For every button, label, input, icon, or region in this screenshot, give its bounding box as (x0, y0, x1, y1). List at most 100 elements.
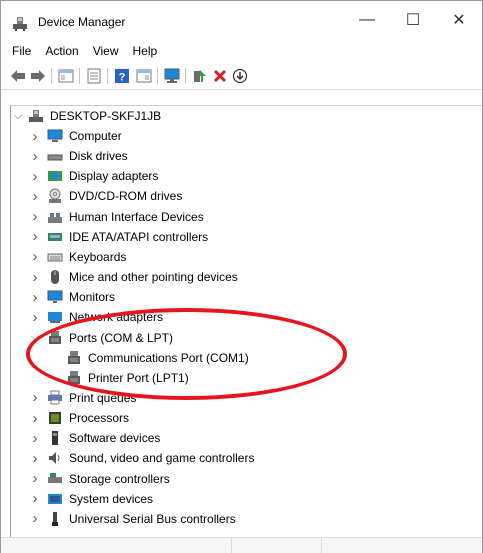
tree-category-label: Ports (COM & LPT) (69, 330, 174, 345)
expand-chevron-icon[interactable]: › (30, 287, 40, 307)
dvd-drive-icon (49, 188, 61, 204)
tree-device[interactable]: Printer Port (LPT1) (66, 368, 189, 388)
expand-chevron-icon[interactable]: › (30, 469, 40, 489)
enable-device-button[interactable] (231, 67, 249, 85)
tree-category[interactable]: Software devices (47, 428, 160, 448)
menu-help[interactable]: Help (126, 41, 165, 61)
expand-chevron-icon[interactable]: › (30, 126, 40, 146)
computer-root-icon (29, 110, 43, 122)
port-icon (68, 370, 80, 384)
console-tree-icon (58, 69, 74, 83)
menu-action[interactable]: Action (38, 41, 85, 61)
window-title: Device Manager (38, 15, 126, 29)
uninstall-device-button[interactable] (211, 67, 229, 85)
device-tree: ⌵ DESKTOP-SKFJ1JB › Computer › Disk drives ›… (10, 105, 482, 538)
expand-chevron-icon[interactable]: › (30, 207, 40, 227)
expand-chevron-icon[interactable]: › (30, 428, 40, 448)
tree-category[interactable]: DVD/CD-ROM drives (47, 186, 182, 206)
menu-file[interactable]: File (5, 41, 38, 61)
tree-category[interactable]: Universal Serial Bus controllers (47, 509, 236, 529)
tree-category-label: Mice and other pointing devices (69, 270, 238, 285)
tree-category-label: Computer (69, 129, 122, 143)
tree-category-label: Processors (69, 411, 130, 426)
processor-icon (49, 412, 61, 425)
expand-chevron-icon[interactable]: › (30, 267, 40, 287)
monitor-icon (47, 290, 63, 304)
tree-category[interactable]: Processors (47, 408, 129, 428)
tree-category[interactable]: IDE ATA/ATAPI controllers (47, 227, 208, 247)
tree-category-label: Monitors (69, 290, 116, 305)
mouse-icon (51, 270, 59, 285)
expand-chevron-icon[interactable]: › (30, 247, 40, 267)
tree-category[interactable]: Disk drives (47, 146, 128, 166)
tree-category[interactable]: Display adapters (47, 166, 158, 186)
show-hide-console-tree-button[interactable] (57, 67, 75, 85)
tree-category[interactable]: Network adapters (47, 307, 163, 327)
tree-category[interactable]: Sound, video and game controllers (47, 448, 254, 468)
tree-category[interactable]: Ports (COM & LPT) (47, 328, 173, 348)
tree-category-label: Storage controllers (69, 471, 170, 486)
tree-device-label: Printer Port (LPT1) (88, 370, 189, 385)
expand-chevron-icon[interactable]: › (30, 186, 40, 206)
properties-icon (87, 68, 101, 84)
expand-chevron-icon[interactable]: › (30, 307, 40, 327)
menu-bar: File Action View Help (1, 39, 482, 63)
help-icon: ? (115, 69, 129, 84)
help-button[interactable]: ? (113, 67, 131, 85)
tree-category[interactable]: Human Interface Devices (47, 207, 204, 227)
tree-category[interactable]: System devices (47, 489, 153, 509)
close-icon: ✕ (452, 12, 466, 29)
expand-chevron-icon[interactable]: › (30, 227, 40, 247)
tree-category[interactable]: Computer (47, 126, 122, 146)
minimize-button[interactable]: — (344, 1, 390, 39)
toolbar-separator (79, 68, 80, 84)
root-label: DESKTOP-SKFJ1JB (50, 109, 162, 123)
scan-hardware-button[interactable] (163, 67, 181, 85)
tree-category[interactable]: Keyboards (47, 247, 126, 267)
svg-text:?: ? (119, 72, 126, 84)
close-button[interactable]: ✕ (436, 1, 482, 39)
tree-category[interactable]: Mice and other pointing devices (47, 267, 238, 287)
update-driver-button[interactable] (191, 67, 209, 85)
device-manager-icon (13, 17, 27, 31)
tree-root[interactable]: DESKTOP-SKFJ1JB (28, 106, 161, 126)
network-adapter-icon (48, 312, 62, 324)
properties-button[interactable] (85, 67, 103, 85)
toolbar: ? (1, 63, 482, 90)
collapse-chevron-icon[interactable]: ⌵ (13, 106, 23, 126)
forward-button[interactable] (29, 67, 47, 85)
tree-category-label: Sound, video and game controllers (69, 451, 255, 466)
minimize-icon: — (359, 11, 375, 28)
expand-chevron-icon[interactable]: › (30, 408, 40, 428)
action-pane-button[interactable] (135, 67, 153, 85)
maximize-button[interactable]: ☐ (390, 1, 436, 39)
scan-hardware-icon (164, 68, 180, 83)
collapse-chevron-icon[interactable]: ⌵ (30, 328, 40, 348)
system-devices-icon (48, 493, 62, 504)
keyboard-icon (47, 253, 63, 262)
status-cell (321, 538, 482, 553)
toolbar-separator (157, 68, 158, 84)
display-adapter-icon (48, 171, 62, 182)
tree-category[interactable]: Monitors (47, 287, 115, 307)
tree-category[interactable]: Print queues (47, 388, 136, 408)
expand-chevron-icon[interactable]: › (30, 509, 40, 529)
tree-device[interactable]: Communications Port (COM1) (66, 348, 249, 368)
tree-category-label: Network adapters (69, 310, 164, 325)
tree-category[interactable]: Storage controllers (47, 469, 170, 489)
menu-view[interactable]: View (86, 41, 126, 61)
status-cell (231, 538, 322, 553)
software-device-icon (52, 431, 58, 446)
expand-chevron-icon[interactable]: › (30, 166, 40, 186)
expand-chevron-icon[interactable]: › (30, 489, 40, 509)
port-icon (68, 350, 80, 364)
toolbar-separator (107, 68, 108, 84)
tree-category-label: Software devices (69, 431, 161, 446)
toolbar-separator (51, 68, 52, 84)
disk-drive-icon (47, 154, 63, 161)
status-bar (1, 537, 482, 553)
back-button[interactable] (9, 67, 27, 85)
expand-chevron-icon[interactable]: › (30, 448, 40, 468)
expand-chevron-icon[interactable]: › (30, 388, 40, 408)
expand-chevron-icon[interactable]: › (30, 146, 40, 166)
